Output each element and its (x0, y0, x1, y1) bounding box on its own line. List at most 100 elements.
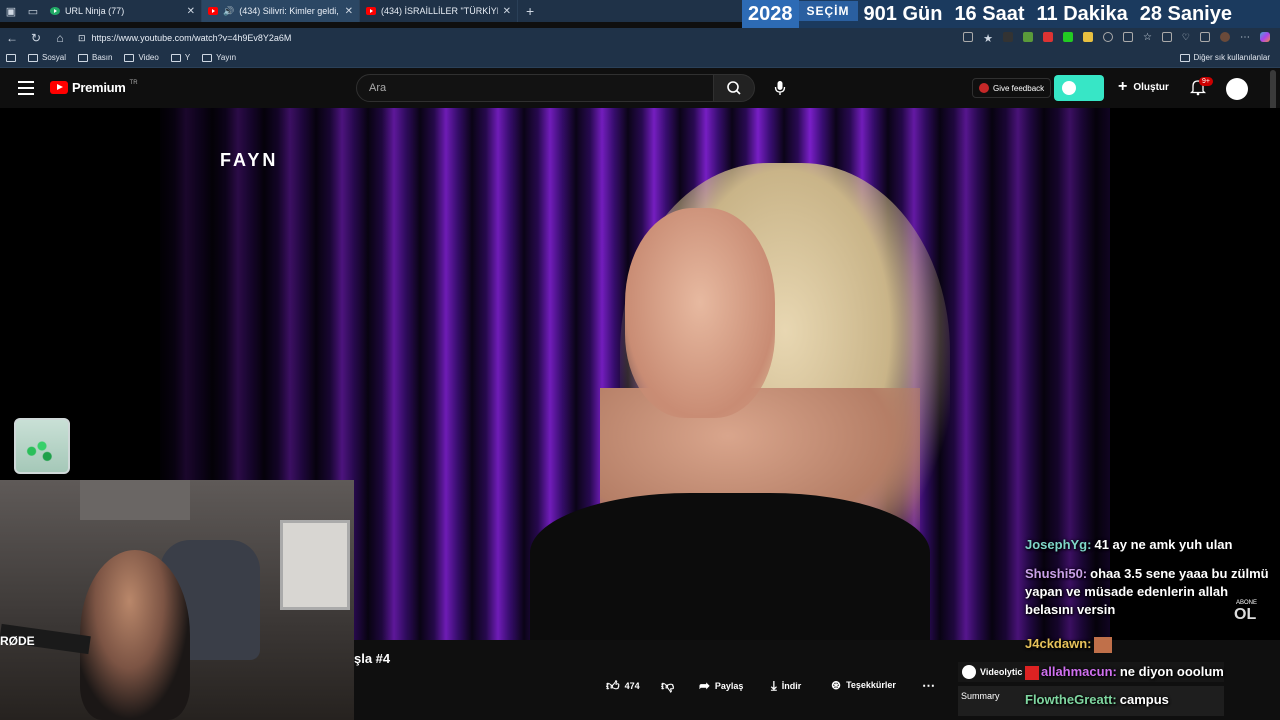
give-feedback-button[interactable]: Give feedback (972, 78, 1052, 98)
collections-icon[interactable] (1161, 31, 1172, 42)
youtube-favicon-icon (366, 7, 376, 15)
videolytic-logo-icon (962, 665, 976, 679)
bookmark-basin[interactable]: Basın (72, 53, 118, 62)
youtube-header: Premium TR Ara Give feedback + Oluştur 9… (0, 68, 1280, 108)
workspaces-icon[interactable]: ▣ (0, 0, 22, 22)
tab-silivri[interactable]: 🔊 (434) Silivri: Kimler geldi, kim ✕ (202, 0, 360, 22)
bookmark-video[interactable]: Video (118, 53, 164, 62)
bookmarks-bar: Sosyal Basın Video Y Yayın Diğer sık kul… (0, 48, 1280, 68)
emote-icon (1094, 636, 1113, 653)
close-tab-icon[interactable]: ✕ (187, 6, 195, 17)
chat-username: FlowtheGreatt: (1025, 692, 1117, 707)
reload-icon[interactable]: ↻ (24, 31, 48, 45)
create-button[interactable]: + Oluştur (1118, 78, 1169, 96)
url-text: https://www.youtube.com/watch?v=4h9Ev8Y2… (91, 33, 292, 43)
hamburger-menu-icon[interactable] (18, 81, 34, 95)
bookmark-label: Video (138, 53, 159, 62)
tab-url-ninja[interactable]: URL Ninja (77) ✕ (44, 0, 202, 22)
other-bookmarks[interactable]: Diğer sık kullanılanlar (1179, 53, 1280, 62)
create-label: Oluştur (1133, 81, 1169, 93)
like-button[interactable]: 👍︎ 474 (606, 678, 640, 694)
feedback-icon (979, 83, 989, 93)
tab-title: (434) Silivri: Kimler geldi, kim (239, 6, 339, 16)
close-tab-icon[interactable]: ✕ (345, 6, 353, 17)
speaker-icon[interactable]: 🔊 (223, 6, 234, 17)
folder-icon (202, 53, 213, 62)
download-icon: ⤓ (771, 678, 777, 693)
more-menu-icon[interactable]: ⋯ (1240, 32, 1250, 45)
bookmark-yayin[interactable]: Yayın (196, 53, 242, 62)
countdown-days: 901 Gün (863, 2, 943, 25)
bookmark-label: Basın (92, 53, 113, 62)
share-icon: ➦ (699, 678, 710, 693)
dislike-button[interactable]: 👎︎ (661, 678, 674, 694)
bookmark-label: Sosyal (42, 53, 67, 62)
address-row: ← ↻ ⌂ ⊡ https://www.youtube.com/watch?v=… (0, 28, 1280, 48)
extension-2-icon[interactable] (1022, 31, 1033, 42)
bookmark-sosyal[interactable]: Sosyal (22, 53, 72, 62)
chat-text: 41 ay ne amk yuh ulan (1094, 537, 1233, 552)
whiteboard (280, 520, 350, 610)
heart-icon[interactable]: ♡ (1182, 32, 1190, 45)
share-button[interactable]: ➦ Paylaş (699, 678, 743, 694)
search-placeholder: Ara (369, 82, 387, 94)
speaker-face (625, 208, 775, 418)
extension-1-icon[interactable] (1002, 31, 1013, 42)
address-bar[interactable]: ⊡ https://www.youtube.com/watch?v=4h9Ev8… (78, 29, 878, 47)
close-tab-icon[interactable]: ✕ (503, 6, 511, 17)
folder-icon (124, 53, 135, 62)
download-button[interactable]: ⤓ İndir (771, 678, 801, 694)
youtube-logo[interactable]: Premium TR (50, 80, 138, 95)
search-input[interactable]: Ara (356, 74, 714, 102)
home-icon[interactable]: ⌂ (48, 31, 72, 45)
avatar[interactable] (1226, 78, 1248, 100)
new-tab-button[interactable]: + (518, 3, 542, 19)
download-label: İndir (781, 681, 802, 691)
thanks-button[interactable]: ⊛ Teşekkürler (831, 678, 896, 692)
bookmark-y[interactable]: Y (165, 53, 196, 62)
bookmark-label: Y (184, 53, 191, 62)
notification-badge: 9+ (1199, 77, 1213, 86)
youtube-favicon-icon (208, 7, 218, 15)
extension-4-icon[interactable] (1062, 31, 1073, 42)
toggle-knob (1062, 81, 1076, 95)
screenshot-icon[interactable] (1200, 31, 1210, 42)
extension-5-icon[interactable] (1082, 31, 1093, 42)
chat-message: J4ckdawn: (1025, 635, 1280, 653)
profile-icon[interactable] (1220, 31, 1230, 42)
feedback-label: Give feedback (993, 83, 1045, 93)
extension-toggle[interactable] (1054, 75, 1104, 101)
chat-username: Shushi50: (1025, 566, 1088, 581)
copilot-icon[interactable] (1260, 31, 1270, 42)
logo-text: Premium (72, 80, 126, 95)
extension-6-icon[interactable] (1102, 31, 1113, 42)
mic-brand-label: RØDE (0, 634, 35, 648)
streamer (80, 550, 190, 720)
more-actions-button[interactable]: ⋯ (922, 678, 935, 694)
countdown-secim: SEÇİM (798, 1, 858, 21)
jar-overlay-icon (14, 418, 70, 474)
chat-message: allahmacun: ne diyon ooolum (1025, 663, 1280, 681)
countdown-hours: 16 Saat (954, 2, 1025, 25)
tab-actions-icon[interactable]: ▭ (22, 0, 44, 22)
search-icon (727, 81, 741, 95)
split-screen-icon[interactable] (1122, 31, 1133, 42)
folder-icon (78, 53, 89, 62)
search-button[interactable] (713, 74, 755, 102)
tab-title: (434) İSRAİLLİLER "TÜRKİYE" HAK (381, 6, 498, 16)
summary-label: Summary (961, 691, 1000, 701)
apps-icon[interactable] (963, 31, 974, 42)
thanks-icon: ⊛ (831, 678, 842, 692)
bookmarks-toggle[interactable] (0, 53, 22, 62)
favorite-star-icon[interactable]: ★ (983, 32, 993, 45)
video-title: şla #4 (354, 651, 391, 666)
chat-text: ne diyon ooolum (1119, 664, 1224, 679)
site-info-icon[interactable]: ⊡ (78, 33, 86, 44)
extension-3-icon[interactable] (1042, 31, 1053, 42)
microphone-icon (774, 81, 786, 95)
tab-israilliler[interactable]: (434) İSRAİLLİLER "TÜRKİYE" HAK ✕ (360, 0, 518, 22)
back-icon[interactable]: ← (0, 31, 24, 45)
voice-search-button[interactable] (770, 78, 790, 98)
favorites-icon[interactable]: ☆ (1143, 32, 1152, 45)
streamer-webcam: RØDE (0, 480, 354, 720)
